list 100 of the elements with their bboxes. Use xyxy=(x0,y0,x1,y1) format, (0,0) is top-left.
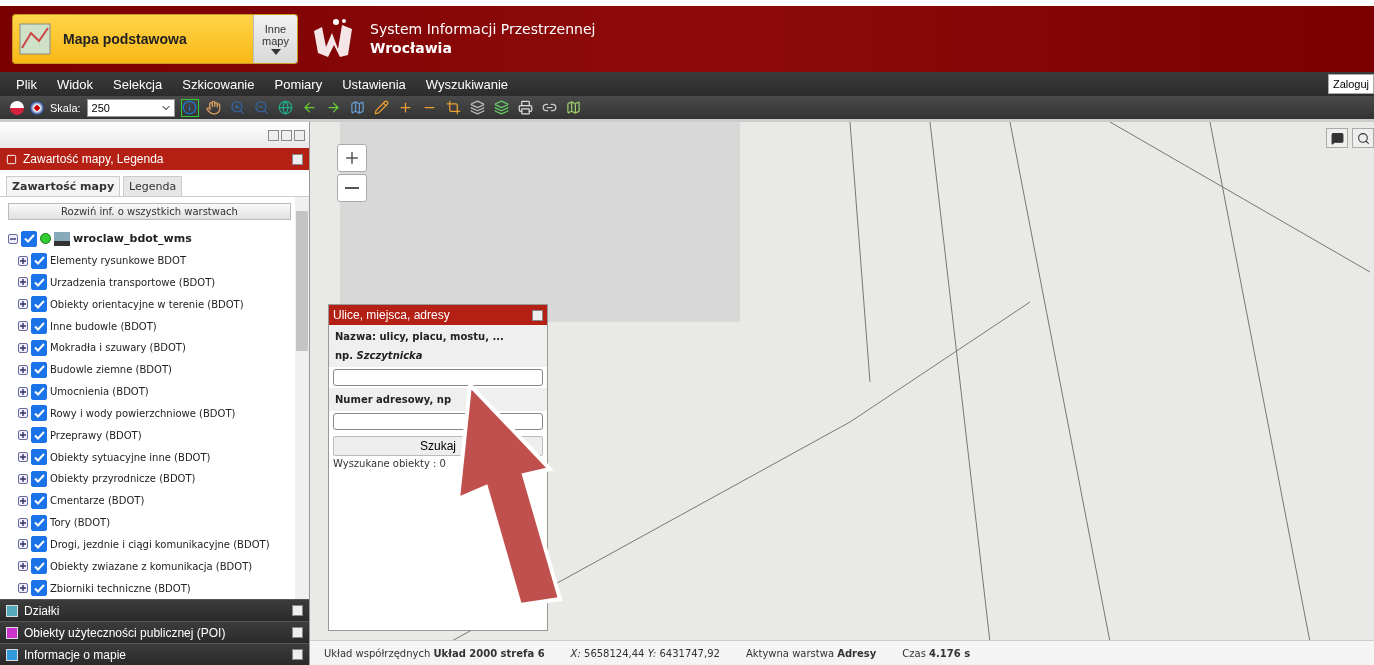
minus-icon xyxy=(345,187,359,189)
checkbox[interactable] xyxy=(21,230,37,247)
time-text: Czas 4.176 s xyxy=(902,647,971,659)
window-icon[interactable] xyxy=(292,153,303,165)
other-maps-button[interactable]: Inne mapy xyxy=(253,15,297,63)
tab[interactable]: Legenda xyxy=(123,176,183,196)
expand-toggle-icon[interactable] xyxy=(18,561,28,572)
menu-item[interactable]: Wyszukiwanie xyxy=(415,72,518,96)
expand-toggle-icon[interactable] xyxy=(18,277,28,288)
expand-toggle-icon[interactable] xyxy=(18,408,28,419)
layer-label: Zbiorniki techniczne (BDOT) xyxy=(50,582,191,594)
expand-toggle-icon[interactable] xyxy=(18,342,28,353)
collapse-toggle-icon[interactable] xyxy=(8,233,18,244)
collapsed-panel-header[interactable]: Informacje o mapie xyxy=(0,643,309,665)
scale-label: Skala: xyxy=(50,101,81,114)
map-icon[interactable] xyxy=(348,98,367,117)
zoom-out-button[interactable] xyxy=(337,174,367,202)
checkbox[interactable] xyxy=(31,318,47,335)
layers-add-icon[interactable] xyxy=(492,98,511,117)
expand-toggle-icon[interactable] xyxy=(18,386,28,397)
expand-toggle-icon[interactable] xyxy=(18,321,28,332)
info-icon[interactable] xyxy=(180,98,199,117)
scrollbar-thumb[interactable] xyxy=(296,211,308,351)
window-icon[interactable] xyxy=(292,605,303,616)
menu-item[interactable]: Widok xyxy=(46,72,104,96)
layer-label: Obiekty sytuacyjne inne (BDOT) xyxy=(50,451,211,463)
layer-label: Umocnienia (BDOT) xyxy=(50,386,149,398)
layer-label: Obiekty przyrodnicze (BDOT) xyxy=(50,473,196,485)
menu-item[interactable]: Pomiary xyxy=(264,72,333,96)
map-background[interactable]: Ulice, miejsca, adresy Nazwa: ulicy, placu, mostu, ... np. Szczytnicka Numer adresowy, np Szukaj Wyszukane obiekty : 0 xyxy=(310,122,1374,640)
layer-label: Obiekty orientacyjne w terenie (BDOT) xyxy=(50,298,244,310)
expand-toggle-icon[interactable] xyxy=(18,517,28,528)
menu-item[interactable]: Selekcja xyxy=(103,72,173,96)
checkbox[interactable] xyxy=(31,492,47,509)
checkbox[interactable] xyxy=(31,339,47,356)
checkbox[interactable] xyxy=(31,580,47,597)
login-button[interactable]: Zaloguj xyxy=(1327,74,1374,94)
panel-icon xyxy=(6,648,18,661)
hand-icon[interactable] xyxy=(204,98,223,117)
pencil-icon[interactable] xyxy=(372,98,391,117)
window-icon[interactable] xyxy=(292,649,303,660)
coordinate-system-text: Układ współrzędnych Układ 2000 strefa 6 xyxy=(324,647,545,659)
wms-layer-icon xyxy=(54,231,70,246)
active-layer-text: Aktywna warstwa Adresy xyxy=(745,647,877,659)
zoom-in-button[interactable] xyxy=(337,144,367,172)
expand-toggle-icon[interactable] xyxy=(18,430,28,441)
example-text: np. Szczytnicka xyxy=(335,350,424,361)
checkbox[interactable] xyxy=(31,536,47,553)
expand-toggle-icon[interactable] xyxy=(18,495,28,506)
window-icon[interactable] xyxy=(292,627,303,638)
expand-toggle-icon[interactable] xyxy=(18,255,28,266)
checkbox[interactable] xyxy=(31,361,47,378)
basemap-button[interactable]: Mapa podstawowa xyxy=(13,15,253,63)
collapsed-panel-header[interactable]: Obiekty użyteczności publicznej (POI) xyxy=(0,621,309,643)
expand-all-button[interactable]: Rozwiń inf. o wszystkich warstwach xyxy=(8,203,291,220)
checkbox[interactable] xyxy=(31,514,47,531)
menu-item[interactable]: Szkicowanie xyxy=(172,72,265,96)
street-input-field[interactable] xyxy=(333,369,543,386)
coordinates-text: X: 5658124,44 Y: 6431747,92 xyxy=(570,647,720,659)
printer-icon[interactable] xyxy=(516,98,535,117)
checkbox[interactable] xyxy=(31,470,47,487)
scale-select[interactable]: 250 xyxy=(86,98,175,117)
layer-label: Cmentarze (BDOT) xyxy=(50,495,145,507)
expand-toggle-icon[interactable] xyxy=(18,539,28,550)
checkbox[interactable] xyxy=(31,427,47,444)
layer-label: Rowy i wody powierzchniowe (BDOT) xyxy=(50,407,236,419)
menu-item[interactable]: Ustawienia xyxy=(332,72,416,96)
checkbox[interactable] xyxy=(31,252,47,269)
app-title: System Informacji Przestrzennej Wrocławia xyxy=(370,20,596,58)
expand-toggle-icon[interactable] xyxy=(18,299,28,310)
search-button[interactable] xyxy=(1352,128,1374,148)
caret-down-icon xyxy=(270,49,281,55)
search-icon xyxy=(1356,131,1370,145)
tab[interactable]: Zawartość mapy xyxy=(6,176,121,196)
checkbox[interactable] xyxy=(31,274,47,291)
checkbox[interactable] xyxy=(31,296,47,313)
layer-label: Tory (BDOT) xyxy=(50,517,111,529)
expand-toggle-icon[interactable] xyxy=(18,364,28,375)
globe-icon[interactable] xyxy=(276,98,295,117)
layer-group-label: wroclaw_bdot_wms xyxy=(73,232,192,246)
checkbox[interactable] xyxy=(31,449,47,466)
map-export-icon[interactable] xyxy=(564,98,583,117)
layer-label: Mokradła i szuwary (BDOT) xyxy=(50,342,186,354)
menu-item[interactable]: Plik xyxy=(6,72,47,96)
checkbox[interactable] xyxy=(31,405,47,422)
layers-icon[interactable] xyxy=(468,98,487,117)
comment-button[interactable] xyxy=(1326,128,1348,148)
checkbox[interactable] xyxy=(31,383,47,400)
expand-toggle-icon[interactable] xyxy=(18,583,28,594)
checkbox[interactable] xyxy=(31,558,47,575)
polish-flag-icon[interactable] xyxy=(10,100,24,115)
status-dot-icon xyxy=(40,233,51,245)
expand-toggle-icon[interactable] xyxy=(18,473,28,484)
crop-icon[interactable] xyxy=(444,98,463,117)
collapsed-panel-header[interactable]: Działki xyxy=(0,599,309,621)
expand-toggle-icon[interactable] xyxy=(18,452,28,463)
scrollbar[interactable] xyxy=(295,197,309,599)
layer-label: Budowle ziemne (BDOT) xyxy=(50,364,172,376)
plus-icon xyxy=(343,149,361,167)
panel-header[interactable]: Zawartość mapy, Legenda xyxy=(0,148,309,170)
